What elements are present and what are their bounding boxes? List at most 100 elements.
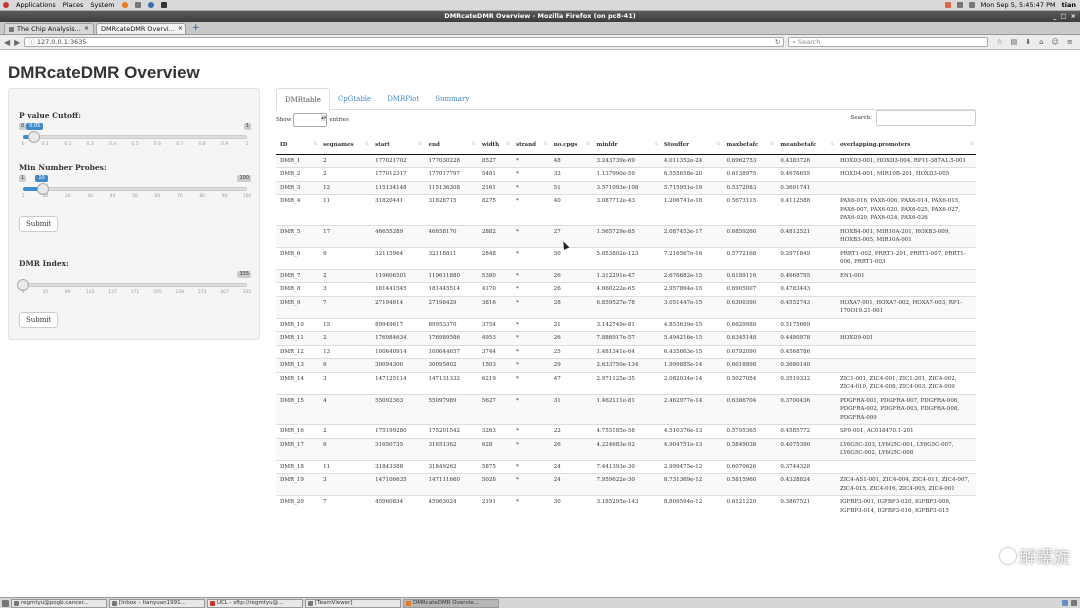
table-row[interactable]: DMR_10 15 89949617 89953370 3754 * 21 3.142749e…: [276, 317, 976, 332]
forward-arrow-icon[interactable]: ▶: [14, 38, 20, 47]
table-row[interactable]: DMR_4 11 31820441 31828715 8275 * 40 3.087712e-…: [276, 194, 976, 225]
table-cell-strand: *: [511, 344, 550, 359]
table-row[interactable]: DMR_11 2 176984634 176989586 4953 * 26 7.886917…: [276, 331, 976, 345]
slider-track[interactable]: [23, 283, 247, 287]
hamburger-menu-icon[interactable]: ≡: [1067, 38, 1073, 46]
trash-icon[interactable]: [1071, 600, 1077, 606]
table-row[interactable]: DMR_15 4 55092363 55097989 5627 * 31 1.462111e-…: [276, 393, 976, 425]
table-cell-start: 147106635: [371, 473, 425, 496]
watermark-logo-icon: [1000, 547, 1016, 564]
column-header-end[interactable]: end: [424, 136, 478, 155]
browser-search-field[interactable]: ⌕ Search: [788, 37, 989, 47]
table-row[interactable]: DMR_14 3 147125114 147131332 6219 * 47 2.971125…: [276, 371, 976, 394]
column-header-start[interactable]: start: [371, 136, 425, 155]
help-launcher-icon[interactable]: [147, 2, 154, 8]
minimize-icon[interactable]: _: [1053, 11, 1056, 22]
table-row[interactable]: DMR_1 2 177021702 177030228 8527 * 48 3.243739e…: [276, 153, 976, 168]
user-name[interactable]: tian: [1062, 1, 1076, 9]
menu-applications[interactable]: Applications: [16, 1, 56, 9]
table-row[interactable]: DMR_16 2 175199280 175201542 3263 * 22 4.755185…: [276, 424, 976, 438]
table-row[interactable]: DMR_3 12 115134148 115136308 2161 * 51 3.571093…: [276, 180, 976, 195]
clock[interactable]: Mon Sep 5, 5:45:47 PM: [981, 1, 1056, 9]
site-info-icon[interactable]: ⓘ: [28, 38, 35, 47]
reload-icon[interactable]: ↻: [775, 38, 783, 47]
column-header-overlapping-promoters[interactable]: overlapping.promoters: [836, 136, 976, 155]
table-row[interactable]: DMR_7 2 119606501 119611880 5380 * 26 1.312291e…: [276, 268, 976, 283]
workspace-switcher-icon[interactable]: [1062, 600, 1068, 606]
table-cell-end: 175201542: [424, 424, 478, 438]
table-row[interactable]: DMR_17 6 31650735 31651362 628 * 26 4.224683e-9…: [276, 437, 976, 460]
mail-launcher-icon[interactable]: [134, 2, 141, 8]
column-header-no-cpgs[interactable]: no.cpgs: [549, 136, 593, 155]
update-tray-icon[interactable]: [944, 2, 951, 8]
tab-dmrplot[interactable]: DMRPlot: [379, 88, 427, 110]
tab-cpgtable[interactable]: CpGtable: [330, 88, 379, 110]
table-cell-width: 1503: [477, 358, 512, 372]
window-titlebar[interactable]: DMRcateDMR Overview - Mozilla Firefox (o…: [0, 11, 1080, 22]
close-tab-icon[interactable]: ×: [84, 24, 89, 34]
browser-tab-chip-analysis[interactable]: The Chip Analysis... ×: [4, 23, 94, 34]
url-bar[interactable]: ⓘ 127.0.0.1:3635 ↻: [24, 37, 785, 47]
table-row[interactable]: DMR_6 6 32115964 32118811 2848 * 50 5.053802e-1…: [276, 246, 976, 269]
new-tab-button[interactable]: +: [188, 23, 204, 34]
submit-dmr-index-button[interactable]: Submit: [19, 312, 59, 328]
column-header-width[interactable]: width: [477, 136, 512, 155]
table-cell-seqnames: 12: [319, 180, 372, 195]
column-header-maxbetafc[interactable]: maxbetafc: [722, 136, 777, 155]
min-probes-slider[interactable]: 1 100 10 1 10 20 30 40 50 60 70 80 90 100: [19, 175, 251, 215]
column-header-id[interactable]: ID: [276, 136, 320, 155]
slider-track[interactable]: [23, 187, 247, 191]
bookmarks-list-icon[interactable]: ▤: [1011, 38, 1018, 46]
slider-max-label: 100: [237, 175, 251, 182]
maximize-icon[interactable]: □: [1060, 11, 1066, 22]
slider-track[interactable]: [23, 135, 247, 139]
menu-system[interactable]: System: [90, 1, 114, 9]
download-icon[interactable]: ⬇: [1025, 38, 1031, 46]
dmr-index-slider[interactable]: 335 1 35 69 103 137 171 205 239 273 307 335: [17, 271, 251, 311]
column-header-strand[interactable]: strand: [511, 136, 550, 155]
table-cell-seqnames: 2: [319, 331, 372, 345]
menu-places[interactable]: Places: [63, 1, 84, 9]
table-row[interactable]: DMR_13 6 30094300 30095802 1503 * 29 2.633750e-…: [276, 358, 976, 372]
back-arrow-icon[interactable]: ◀: [4, 38, 10, 47]
taskbar-item-inbox[interactable]: [Inbox – tianyuan1991...: [109, 598, 205, 608]
table-row[interactable]: DMR_2 2 177012317 177017797 5481 * 33 1.137990e…: [276, 167, 976, 181]
distro-logo-icon[interactable]: [3, 2, 9, 8]
tab-summary[interactable]: Summary: [427, 88, 477, 110]
show-desktop-icon[interactable]: [2, 599, 9, 607]
column-header-seqnames[interactable]: seqnames: [319, 136, 372, 155]
table-search-input[interactable]: [876, 110, 976, 126]
terminal-launcher-icon[interactable]: [160, 2, 167, 8]
table-row[interactable]: DMR_18 11 31843388 31849262 5875 * 24 7.441393e…: [276, 459, 976, 474]
column-header-minfdr[interactable]: minfdr: [592, 136, 660, 155]
bookmark-star-icon[interactable]: ☆: [996, 38, 1002, 46]
taskbar-item-firefox[interactable]: DMRcateDMR Overvie...: [403, 598, 499, 608]
table-row[interactable]: DMR_19 3 147106635 147111660 5026 * 24 7.959622…: [276, 473, 976, 496]
network-tray-icon[interactable]: [956, 2, 963, 8]
pvalue-slider[interactable]: 0 1 0.05 0 0.1 0.2 0.3 0.4 0.5 0.6 0.7 0.8 0.9 1: [19, 123, 251, 163]
entries-per-page-select[interactable]: [293, 113, 328, 127]
taskbar-item-terminal[interactable]: regmtyu@pogb.cancer...: [11, 598, 107, 608]
column-header-meanbetafc[interactable]: meanbetafc: [776, 136, 836, 155]
table-row[interactable]: DMR_20 7 45960834 45963024 2191 * 30 3.185295e-…: [276, 495, 976, 517]
table-cell-meanbetafc: 0.4552743: [776, 295, 836, 318]
slider-tick-label: 0.5: [131, 142, 139, 147]
table-row[interactable]: DMR_9 7 27194614 27198429 3816 * 28 6.859527e-7…: [276, 295, 976, 318]
firefox-launcher-icon[interactable]: [121, 2, 128, 8]
table-cell-start: 31820441: [371, 194, 425, 225]
browser-tab-dmrcate[interactable]: DMRcateDMR Overvi... ×: [96, 23, 186, 34]
submit-filter-button[interactable]: Submit: [19, 216, 59, 232]
close-tab-icon[interactable]: ×: [178, 24, 183, 34]
table-row[interactable]: DMR_12 13 100640914 100644657 3744 * 25 1.48134…: [276, 344, 976, 359]
tab-dmrtable[interactable]: DMRtable: [276, 88, 330, 111]
taskbar-item-teamviewer[interactable]: [TeamViewer]: [305, 598, 401, 608]
table-row[interactable]: DMR_5 17 46655289 46658170 2882 * 27 1.565729e-…: [276, 224, 976, 247]
table-row[interactable]: DMR_8 3 181441545 181445514 4170 * 26 4.660222e…: [276, 282, 976, 296]
column-header-stouffer[interactable]: Stouffer: [659, 136, 723, 155]
table-cell-id: DMR_12: [276, 344, 320, 359]
volume-tray-icon[interactable]: [968, 2, 975, 8]
home-icon[interactable]: ⌂: [1039, 38, 1043, 46]
share-icon[interactable]: ☺: [1052, 38, 1059, 46]
taskbar-item-sftp[interactable]: UCL - sftp://regmtyu@...: [207, 598, 303, 608]
close-window-icon[interactable]: ×: [1071, 11, 1076, 22]
